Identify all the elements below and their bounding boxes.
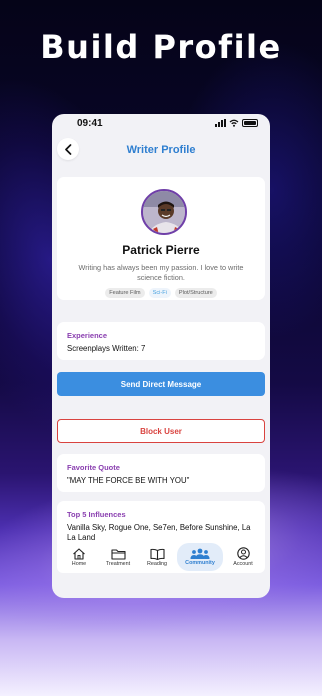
headline: Build Profile	[40, 28, 282, 66]
tag-sci-fi: Sci-Fi	[148, 288, 171, 298]
tab-account[interactable]: Account	[224, 543, 262, 571]
tab-reading-label: Reading	[146, 560, 168, 567]
battery-icon	[242, 119, 258, 127]
experience-label: Experience	[67, 331, 108, 340]
quote-card: Favorite Quote "MAY THE FORCE BE WITH YO…	[57, 454, 265, 492]
avatar[interactable]	[141, 189, 187, 235]
status-time: 09:41	[77, 118, 103, 129]
tab-community-label: Community	[185, 560, 215, 566]
profile-name: Patrick Pierre	[122, 243, 200, 257]
tab-account-label: Account	[233, 561, 253, 567]
nav-bar: Writer Profile	[52, 134, 270, 166]
tab-bar: Home Treatment Reading Community Account	[57, 541, 265, 573]
tab-reading[interactable]: Reading	[138, 543, 176, 571]
quote-value: "MAY THE FORCE BE WITH YOU"	[67, 476, 190, 485]
signal-icon	[215, 119, 226, 127]
send-message-button[interactable]: Send Direct Message	[57, 372, 265, 396]
book-icon	[149, 548, 165, 560]
folder-icon	[110, 548, 126, 560]
tag-feature-film: Feature Film	[105, 288, 145, 298]
block-user-button[interactable]: Block User	[57, 419, 265, 443]
status-bar: 09:41	[52, 114, 270, 134]
phone-screen: 09:41 Writer Profile Patrick Pierre Writ…	[52, 114, 270, 598]
quote-label: Favorite Quote	[67, 463, 120, 472]
profile-card: Patrick Pierre Writing has always been m…	[57, 177, 265, 300]
tab-community[interactable]: Community	[177, 543, 223, 571]
profile-bio: Writing has always been my passion. I lo…	[78, 263, 244, 282]
experience-card: Experience Screenplays Written: 7	[57, 322, 265, 360]
status-icons	[215, 119, 258, 127]
tab-home-label: Home	[71, 560, 87, 567]
genre-tags: Feature Film Sci-Fi Plot/Structure	[57, 288, 265, 298]
influences-label: Top 5 Influences	[67, 510, 126, 519]
account-icon	[236, 547, 250, 560]
people-icon	[190, 548, 210, 559]
tab-treatment[interactable]: Treatment	[99, 543, 137, 571]
influences-value: Vanilla Sky, Rogue One, Se7en, Before Su…	[67, 523, 251, 542]
home-icon	[73, 547, 85, 560]
tag-plot-structure: Plot/Structure	[174, 288, 217, 298]
tab-home[interactable]: Home	[60, 543, 98, 571]
experience-value: Screenplays Written: 7	[67, 344, 146, 353]
wifi-icon	[229, 119, 239, 127]
tab-treatment-label: Treatment	[105, 560, 131, 567]
page-title: Writer Profile	[126, 144, 196, 156]
